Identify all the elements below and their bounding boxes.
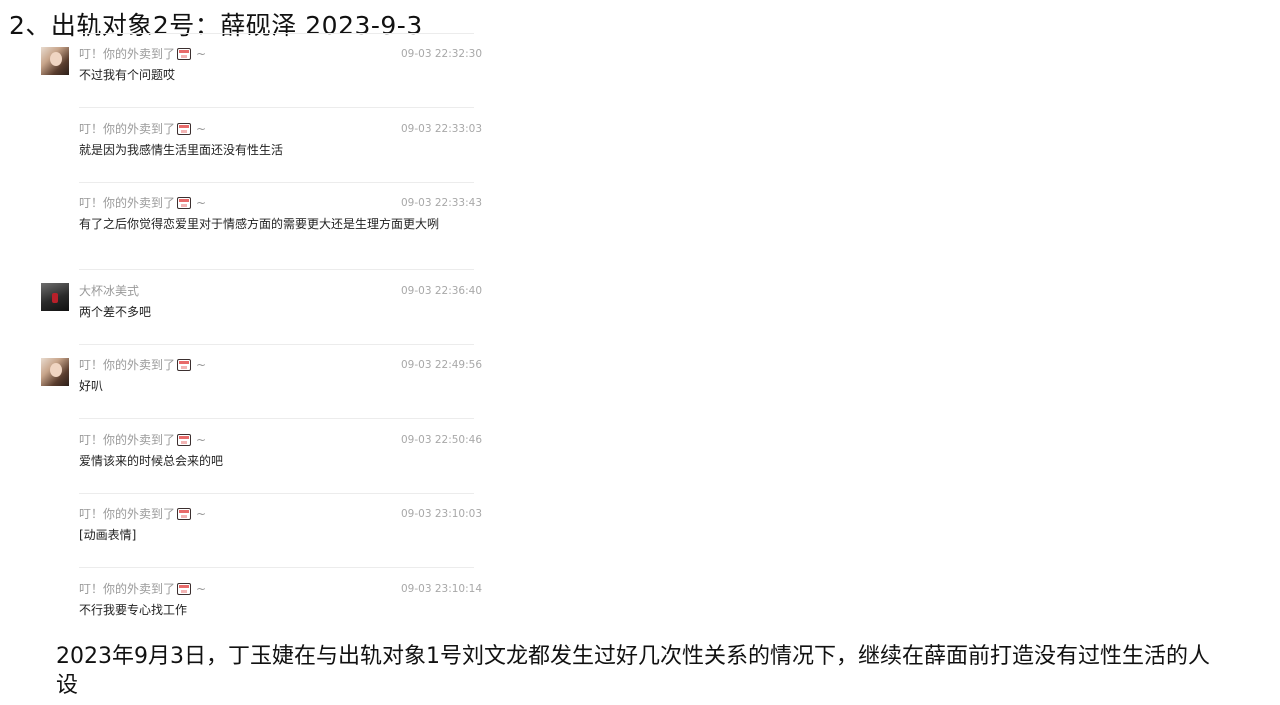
message-text: 不行我要专心找工作 — [79, 603, 188, 617]
message-text: 好叭 — [79, 379, 104, 393]
sender-label: 叮！你的外卖到了 — [79, 122, 176, 136]
message-time: 09-03 22:33:03 — [401, 123, 483, 135]
slide-caption: 2023年9月3日，丁玉婕在与出轨对象1号刘文龙都发生过好几次性关系的情况下，继… — [56, 644, 1210, 698]
dark-avatar[interactable] — [41, 283, 69, 311]
slide-title: 2、出轨对象2号：薛砚泽 2023-9-3 — [9, 11, 423, 40]
sender-suffix: ~ — [196, 122, 207, 136]
takeout-bag-icon — [177, 434, 192, 446]
message-time: 09-03 23:10:03 — [401, 508, 483, 520]
sender-name: 叮！你的外卖到了 ~ — [79, 195, 206, 211]
sender-label: 叮！你的外卖到了 — [79, 433, 176, 447]
divider — [79, 493, 474, 494]
sender-label: 叮！你的外卖到了 — [79, 47, 176, 61]
divider — [79, 182, 474, 183]
sender-name: 叮！你的外卖到了 ~ — [79, 432, 206, 448]
sender-label: 叮！你的外卖到了 — [79, 358, 176, 372]
message-text: [动画表情] — [79, 528, 137, 542]
divider — [79, 33, 474, 34]
takeout-bag-icon — [177, 359, 192, 371]
takeout-bag-icon — [177, 123, 192, 135]
sender-name: 叮！你的外卖到了 ~ — [79, 46, 206, 62]
message-time: 09-03 22:33:43 — [401, 197, 483, 209]
takeout-bag-icon — [177, 583, 192, 595]
divider — [79, 107, 474, 108]
sender-suffix: ~ — [196, 358, 207, 372]
sender-name: 叮！你的外卖到了 ~ — [79, 581, 206, 597]
sender-suffix: ~ — [196, 582, 207, 596]
sender-label: 叮！你的外卖到了 — [79, 582, 176, 596]
message-time: 09-03 22:49:56 — [401, 359, 483, 371]
takeout-bag-icon — [177, 197, 192, 209]
message-text: 爱情该来的时候总会来的吧 — [79, 454, 224, 468]
message-time: 09-03 23:10:14 — [401, 583, 483, 595]
message-text: 两个差不多吧 — [79, 305, 152, 319]
sender-suffix: ~ — [196, 433, 207, 447]
divider — [79, 418, 474, 419]
sender-label: 叮！你的外卖到了 — [79, 507, 176, 521]
divider — [79, 269, 474, 270]
sender-suffix: ~ — [196, 507, 207, 521]
girl-avatar[interactable] — [41, 358, 69, 386]
divider — [79, 567, 474, 568]
takeout-bag-icon — [177, 48, 192, 60]
sender-name: 叮！你的外卖到了 ~ — [79, 506, 206, 522]
message-time: 09-03 22:32:30 — [401, 48, 483, 60]
sender-label: 大杯冰美式 — [79, 284, 140, 298]
message-text: 有了之后你觉得恋爱里对于情感方面的需要更大还是生理方面更大咧 — [79, 217, 440, 231]
message-time: 09-03 22:36:40 — [401, 285, 483, 297]
sender-label: 叮！你的外卖到了 — [79, 196, 176, 210]
girl-avatar[interactable] — [41, 47, 69, 75]
divider — [79, 344, 474, 345]
sender-suffix: ~ — [196, 196, 207, 210]
sender-name: 叮！你的外卖到了 ~ — [79, 357, 206, 373]
sender-name: 大杯冰美式 — [79, 283, 139, 299]
message-text: 就是因为我感情生活里面还没有性生活 — [79, 143, 284, 157]
message-text: 不过我有个问题哎 — [79, 68, 176, 82]
message-time: 09-03 22:50:46 — [401, 434, 483, 446]
sender-suffix: ~ — [196, 47, 207, 61]
takeout-bag-icon — [177, 508, 192, 520]
sender-name: 叮！你的外卖到了 ~ — [79, 121, 206, 137]
